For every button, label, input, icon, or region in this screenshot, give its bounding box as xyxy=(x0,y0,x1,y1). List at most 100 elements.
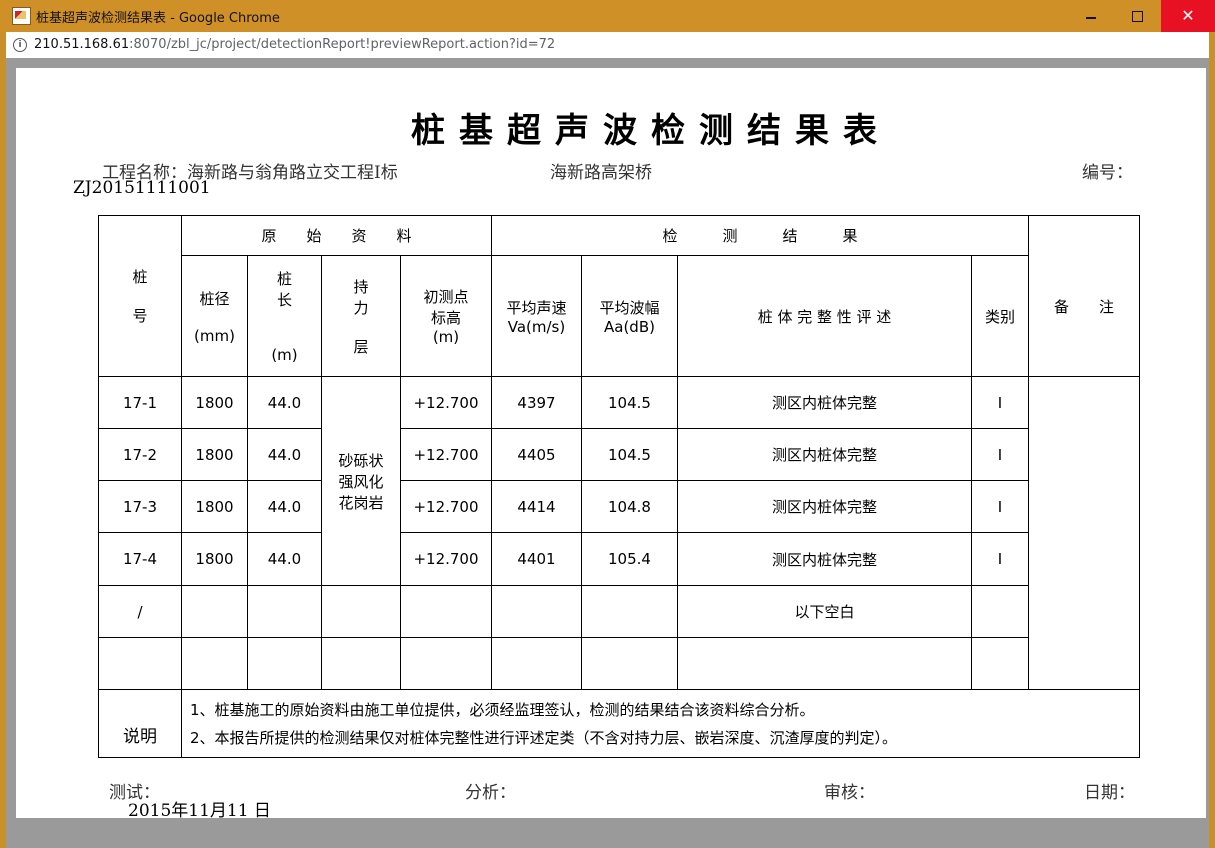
cell-category: Ⅰ xyxy=(971,480,1029,533)
window-titlebar: 桩基超声波检测结果表 - Google Chrome ✕ xyxy=(0,0,1215,32)
cell-empty xyxy=(400,585,492,638)
bridge-name: 海新路高架桥 xyxy=(550,163,652,183)
cell-velocity: 4414 xyxy=(491,480,582,533)
cell-elevation: +12.700 xyxy=(400,428,492,481)
table-row: 17-2 1800 44.0 +12.700 4405 104.5 测区内桩体完… xyxy=(98,428,1140,481)
cell-velocity: 4397 xyxy=(491,376,582,429)
close-icon: ✕ xyxy=(1181,6,1195,25)
cell-amplitude: 104.8 xyxy=(581,480,678,533)
header-text: Va(m/s) xyxy=(507,317,566,336)
cell-diameter: 1800 xyxy=(181,376,248,429)
header-text: 初测点 xyxy=(423,288,469,306)
header-diameter: 桩径 (mm) xyxy=(181,255,248,377)
cell-empty xyxy=(400,637,492,690)
header-text: 平均波幅 xyxy=(599,298,660,317)
cell-length: 44.0 xyxy=(247,428,322,481)
header-original: 原 始 资 料 xyxy=(181,215,492,256)
cell-diameter: 1800 xyxy=(181,428,248,481)
cell-category: Ⅰ xyxy=(971,428,1029,481)
cell-bearing-layer: 砂砾状强风化花岗岩 xyxy=(321,376,401,586)
cell-empty xyxy=(677,637,972,690)
cell-integrity: 以下空白 xyxy=(677,585,972,638)
header-amplitude: 平均波幅 Aa(dB) xyxy=(581,255,678,377)
number-label: 编号： xyxy=(1082,163,1133,183)
cell-empty xyxy=(181,585,248,638)
header-text: 桩 xyxy=(276,270,292,288)
cell-empty xyxy=(491,637,582,690)
table-row: 17-1 1800 44.0 砂砾状强风化花岗岩 +12.700 4397 10… xyxy=(98,376,1140,690)
header-text: (m) xyxy=(271,346,298,364)
results-table: 桩号 原 始 资 料 检 测 结 果 备 注 桩径 (mm) 桩长 (m) 持力层 … xyxy=(98,215,1140,758)
header-velocity: 平均声速 Va(m/s) xyxy=(491,255,582,377)
cell-empty xyxy=(181,637,248,690)
close-button[interactable]: ✕ xyxy=(1161,0,1215,32)
cell-empty xyxy=(581,585,678,638)
cell-empty xyxy=(98,637,182,690)
table-row: 17-3 1800 44.0 +12.700 4414 104.8 测区内桩体完… xyxy=(98,480,1140,533)
cell-velocity: 4405 xyxy=(491,428,582,481)
report-date: 2015年11月11 日 xyxy=(128,801,271,818)
cell-integrity: 测区内桩体完整 xyxy=(677,532,972,586)
header-text: 力 xyxy=(353,298,369,317)
header-text: 桩径 xyxy=(199,289,230,308)
cell-empty xyxy=(321,637,401,690)
cell-empty xyxy=(581,637,678,690)
page-viewport[interactable]: 桩基超声波检测结果表 工程名称：海新路与翁角路立交工程Ⅰ标 海新路高架桥 编号：… xyxy=(6,58,1209,848)
cell-amplitude: 105.4 xyxy=(581,532,678,586)
header-pile-no: 桩号 xyxy=(98,215,182,377)
cell-elevation: +12.700 xyxy=(400,480,492,533)
maximize-button[interactable] xyxy=(1115,0,1161,32)
analysis-label: 分析： xyxy=(465,783,516,803)
header-text: 桩 xyxy=(132,268,148,286)
url-text[interactable]: 210.51.168.61:8070/zbl_jc/project/detect… xyxy=(34,37,555,52)
reviewer-label: 审核： xyxy=(824,783,875,803)
header-elevation: 初测点标高 (m) xyxy=(400,255,492,377)
cell-pile: 17-2 xyxy=(98,428,182,481)
header-text: (m) xyxy=(432,328,460,346)
note-2: 2、本报告所提供的检测结果仅对桩体完整性进行评述定类（不含对持力层、嵌岩深度、沉… xyxy=(190,729,898,747)
notes-content: 1、桩基施工的原始资料由施工单位提供，必须经监理签认，检测的结果结合该资料综合分… xyxy=(181,689,1140,758)
notes-row: 说明 1、桩基施工的原始资料由施工单位提供，必须经监理签认，检测的结果结合该资料… xyxy=(98,689,1140,758)
maximize-icon xyxy=(1132,11,1143,22)
cell-amplitude: 104.5 xyxy=(581,376,678,429)
header-text: 平均声速 xyxy=(506,298,567,317)
cell-empty xyxy=(321,585,401,638)
header-text: 持 xyxy=(353,277,369,296)
cell-velocity: 4401 xyxy=(491,532,582,586)
header-remarks: 备 注 xyxy=(1028,215,1140,377)
cell-category: Ⅰ xyxy=(971,532,1029,586)
notes-label: 说明 xyxy=(98,689,182,758)
header-results: 检 测 结 果 xyxy=(491,215,1029,256)
cell-elevation: +12.700 xyxy=(400,376,492,429)
cell-elevation: +12.700 xyxy=(400,532,492,586)
cell-amplitude: 104.5 xyxy=(581,428,678,481)
cell-empty xyxy=(971,585,1029,638)
cell-diameter: 1800 xyxy=(181,532,248,586)
cell-empty xyxy=(247,585,322,638)
report-page: 桩基超声波检测结果表 工程名称：海新路与翁角路立交工程Ⅰ标 海新路高架桥 编号：… xyxy=(16,68,1206,818)
minimize-button[interactable] xyxy=(1069,0,1115,32)
report-number: ZJ20151111001 xyxy=(73,178,211,198)
table-row: / 以下空白 xyxy=(98,585,1140,638)
cell-remarks xyxy=(1028,376,1140,690)
cell-pile: 17-3 xyxy=(98,480,182,533)
address-bar[interactable]: i 210.51.168.61:8070/zbl_jc/project/dete… xyxy=(6,32,1209,58)
page-title: 桩基超声波检测结果表 xyxy=(411,111,891,151)
cell-length: 44.0 xyxy=(247,376,322,429)
header-text: 号 xyxy=(132,307,148,325)
cell-diameter: 1800 xyxy=(181,480,248,533)
app-icon xyxy=(12,7,31,25)
header-text: 标高 xyxy=(430,309,461,327)
cell-empty xyxy=(971,637,1029,690)
info-icon[interactable]: i xyxy=(13,38,27,52)
header-text: Aa(dB) xyxy=(604,317,655,336)
cell-pile: 17-1 xyxy=(98,376,182,429)
table-row xyxy=(98,637,1140,690)
cell-pile: 17-4 xyxy=(98,532,182,586)
cell-empty xyxy=(247,637,322,690)
cell-length: 44.0 xyxy=(247,480,322,533)
cell-empty xyxy=(491,585,582,638)
url-host: 210.51.168.61 xyxy=(34,37,130,52)
header-text: (mm) xyxy=(194,326,235,345)
url-path: :8070/zbl_jc/project/detectionReport!pre… xyxy=(129,37,556,52)
